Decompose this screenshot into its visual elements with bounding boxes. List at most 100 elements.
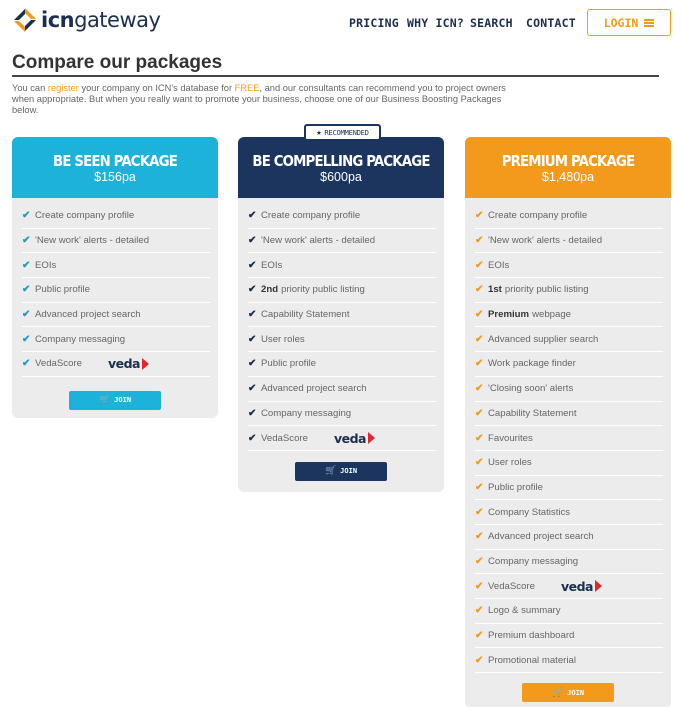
check-icon: ✔: [248, 259, 257, 271]
feature-item: ✔ User roles: [248, 327, 436, 353]
check-icon: ✔: [475, 531, 484, 543]
join-button[interactable]: 🛒 JOIN: [69, 390, 161, 410]
feature-item: ✔ VedaScore veda: [248, 426, 436, 451]
feature-emphasis: Premium: [488, 309, 530, 321]
package-header: BE SEEN PACKAGE $156pa: [12, 137, 218, 198]
join-button[interactable]: 🛒 JOIN: [522, 683, 614, 703]
check-icon: ✔: [475, 605, 484, 617]
feature-label: 'New work' alerts - detailed: [35, 235, 150, 247]
feature-item: ✔ User roles: [475, 451, 663, 476]
feature-label: Create company profile: [261, 210, 361, 222]
feature-label: User roles: [488, 457, 532, 469]
nav-contact[interactable]: CONTACT: [526, 16, 576, 30]
page-title: Compare our packages: [12, 52, 223, 73]
feature-label: Work package finder: [488, 358, 576, 370]
veda-logo-text: veda: [560, 578, 594, 594]
feature-label: Public profile: [488, 481, 543, 493]
feature-label: Logo & summary: [488, 605, 561, 617]
check-icon: ✔: [475, 383, 484, 395]
veda-logo: veda: [108, 356, 149, 371]
feature-label: 'Closing soon' alerts: [488, 383, 574, 395]
check-icon: ✔: [248, 407, 257, 419]
feature-item: ✔ Premium dashboard: [475, 624, 663, 649]
feature-label: Company messaging: [488, 555, 579, 567]
check-icon: ✔: [248, 383, 257, 395]
feature-item: ✔ Capability Statement: [475, 402, 663, 427]
veda-arrow-icon: [594, 580, 602, 593]
check-icon: ✔: [475, 432, 484, 444]
veda-logo-text: veda: [333, 430, 367, 446]
feature-item: ✔ Capability Statement: [248, 303, 436, 328]
check-icon: ✔: [22, 284, 31, 296]
feature-item: ✔ Company Statistics: [475, 500, 663, 525]
feature-label: Capability Statement: [488, 407, 577, 419]
package-card-be-compelling: BE COMPELLING PACKAGE $600pa ✔ Create com…: [238, 137, 444, 492]
nav-why-icn[interactable]: WHY ICN?: [407, 16, 464, 30]
feature-emphasis: 1st: [488, 284, 502, 296]
recommended-badge: ★ RECOMMENDED: [304, 124, 381, 141]
check-icon: ✔: [475, 259, 484, 271]
feature-label: EOIs: [488, 259, 510, 271]
check-icon: ✔: [475, 309, 484, 321]
feature-item: ✔ Advanced project search: [248, 377, 436, 402]
package-price: $600pa: [320, 170, 362, 184]
check-icon: ✔: [475, 235, 484, 247]
feature-label: Promotional material: [488, 654, 576, 666]
check-icon: ✔: [248, 309, 257, 321]
check-icon: ✔: [475, 654, 484, 666]
feature-label: Advanced project search: [488, 531, 594, 543]
free-highlight: FREE: [234, 83, 260, 93]
veda-logo: veda: [561, 579, 602, 594]
register-link[interactable]: register: [48, 83, 79, 93]
feature-item: ✔ Advanced project search: [22, 303, 210, 328]
feature-item: ✔ Advanced supplier search: [475, 327, 663, 353]
feature-label: Public profile: [261, 358, 316, 370]
title-divider: [12, 75, 659, 77]
check-icon: ✔: [248, 235, 257, 247]
check-icon: ✔: [475, 555, 484, 567]
feature-item: ✔ 'New work' alerts - detailed: [22, 229, 210, 254]
feature-label: priority public listing: [281, 284, 365, 296]
feature-item: ✔ 1st priority public listing: [475, 278, 663, 303]
intro-text: You can register your company on ICN's d…: [12, 83, 506, 115]
feature-emphasis: 2nd: [261, 284, 279, 296]
join-button[interactable]: 🛒 JOIN: [295, 461, 387, 481]
feature-label: Create company profile: [488, 210, 588, 222]
feature-item: ✔ Public profile: [248, 352, 436, 377]
feature-item: ✔ EOIs: [248, 253, 436, 279]
feature-label: priority public listing: [504, 284, 589, 296]
feature-item: ✔ VedaScore veda: [475, 574, 663, 599]
check-icon: ✔: [475, 358, 484, 370]
check-icon: ✔: [22, 309, 31, 321]
check-icon: ✔: [22, 210, 31, 222]
check-icon: ✔: [248, 284, 257, 296]
icngateway-logo[interactable]: icngateway: [12, 6, 161, 34]
veda-arrow-icon: [367, 432, 375, 445]
nav-search[interactable]: SEARCH: [470, 16, 513, 30]
feature-item: ✔ Company messaging: [248, 402, 436, 427]
package-price: $1,480pa: [541, 170, 595, 184]
feature-item: ✔ Create company profile: [248, 204, 436, 229]
package-name: BE SEEN PACKAGE: [53, 152, 178, 170]
login-button[interactable]: LOGIN: [587, 9, 671, 36]
feature-list: ✔ Create company profile ✔ 'New work' alert…: [238, 198, 444, 451]
feature-label: 'New work' alerts - detailed: [261, 235, 376, 247]
feature-label: Advanced project search: [261, 383, 367, 395]
veda-logo: veda: [334, 431, 375, 446]
check-icon: ✔: [475, 457, 484, 469]
feature-item: ✔ Favourites: [475, 426, 663, 451]
hamburger-icon: [644, 18, 655, 27]
cart-icon: 🛒: [551, 687, 564, 698]
nav-pricing[interactable]: PRICING: [349, 16, 399, 30]
feature-label: 'New work' alerts - detailed: [488, 235, 603, 247]
check-icon: ✔: [475, 284, 484, 296]
feature-item: ✔ 'Closing soon' alerts: [475, 377, 663, 402]
check-icon: ✔: [475, 506, 484, 518]
feature-item: ✔ Work package finder: [475, 352, 663, 377]
feature-item: ✔ Premium webpage: [475, 303, 663, 328]
package-name: BE COMPELLING PACKAGE: [252, 152, 430, 170]
feature-item: ✔ EOIs: [22, 253, 210, 279]
feature-label: Company messaging: [261, 407, 352, 419]
feature-item: ✔ EOIs: [475, 253, 663, 279]
feature-label: webpage: [532, 309, 572, 321]
